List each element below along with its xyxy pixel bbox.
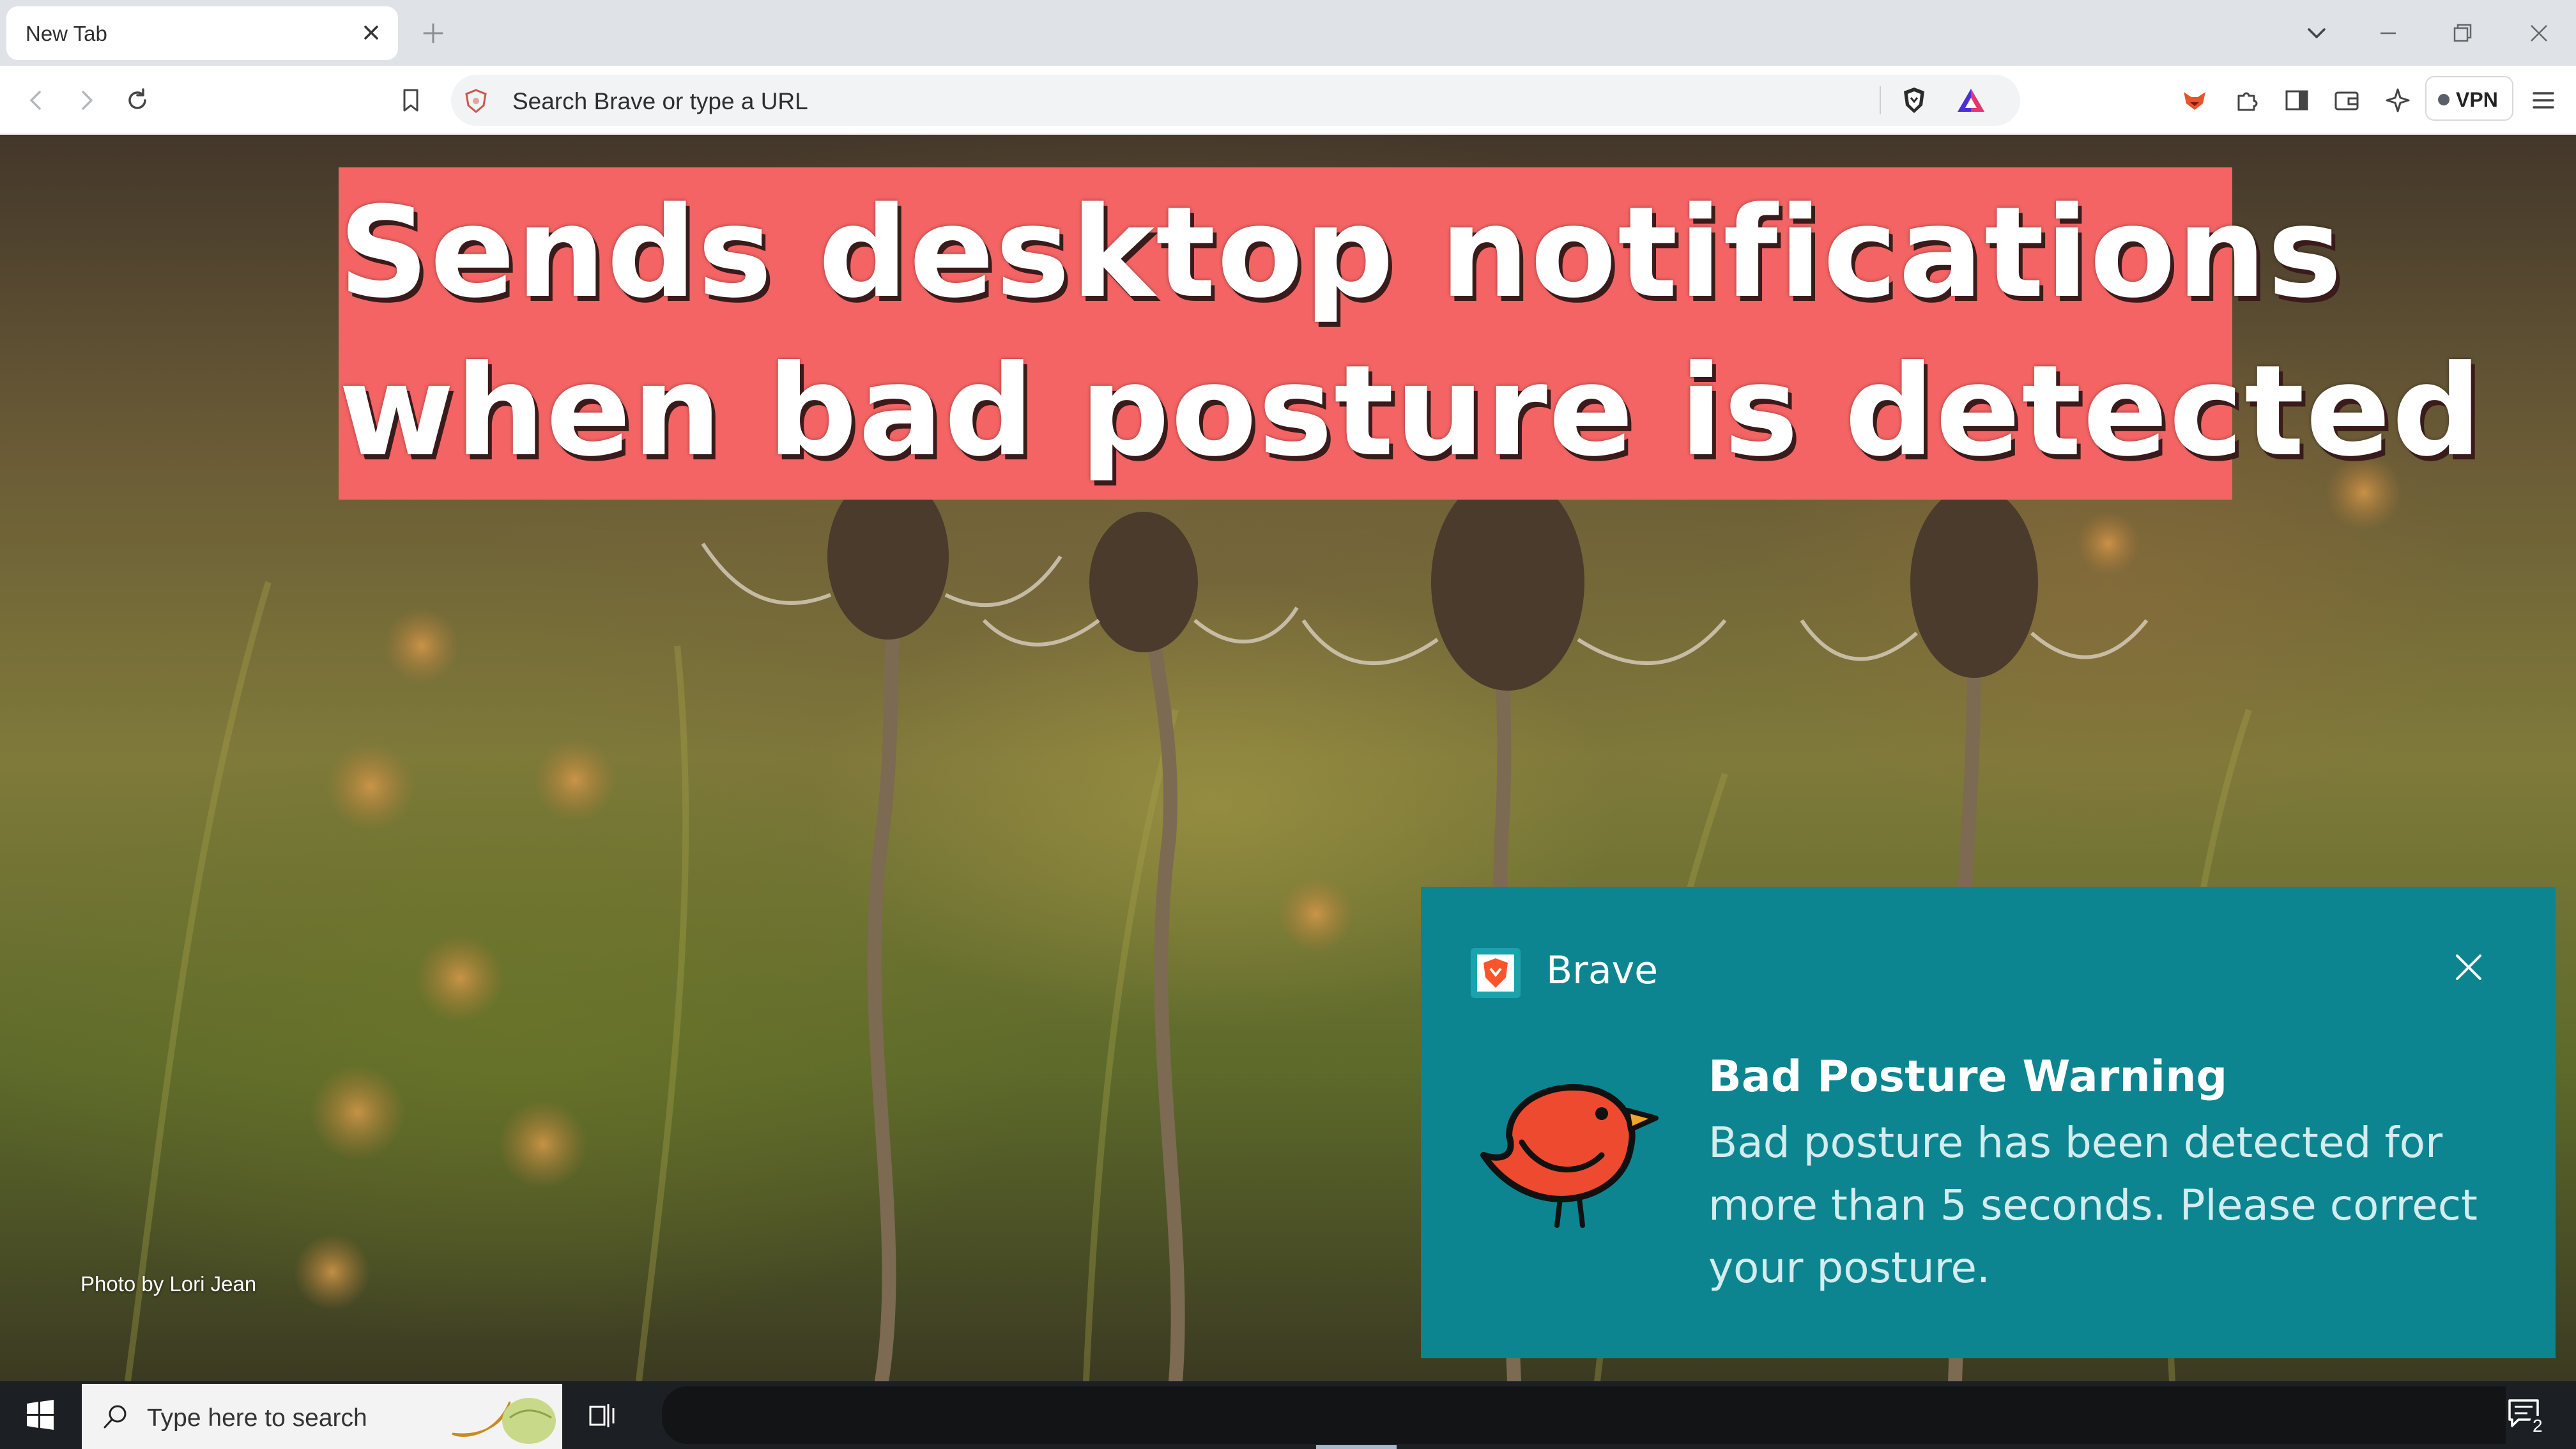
wallet-icon[interactable]: [2331, 84, 2363, 116]
browser-toolbar: Search Brave or type a URL VPN: [0, 66, 2576, 135]
close-window-icon[interactable]: [2525, 19, 2553, 47]
new-tab-plus-icon[interactable]: [419, 19, 447, 47]
address-bar[interactable]: Search Brave or type a URL: [451, 75, 2020, 126]
tab-new-tab[interactable]: New Tab: [6, 6, 398, 60]
caption-line-2: when bad posture is detected: [339, 339, 2483, 484]
forward-icon[interactable]: [70, 84, 102, 116]
notification-title: Bad Posture Warning: [1708, 1052, 2228, 1102]
taskbar-search-placeholder: Type here to search: [147, 1404, 367, 1432]
extensions-puzzle-icon[interactable]: [2231, 84, 2263, 116]
sidebar-toggle-icon[interactable]: [2281, 84, 2313, 116]
caption-banner: Sends desktop notifications when bad pos…: [339, 167, 2483, 500]
melon-illustration-icon: [452, 1398, 556, 1444]
caption-line-1: Sends desktop notifications: [339, 180, 2343, 326]
notification-count-badge: 2: [2530, 1416, 2545, 1436]
active-app-indicator: [1316, 1445, 1397, 1449]
tab-close-icon[interactable]: [358, 20, 384, 45]
restore-icon[interactable]: [2448, 19, 2476, 47]
taskbar-search-box[interactable]: Type here to search: [82, 1384, 562, 1449]
address-bar-placeholder: Search Brave or type a URL: [512, 88, 808, 114]
red-bird-icon: [1480, 1084, 1659, 1228]
brave-rewards-icon[interactable]: [1955, 85, 1987, 116]
taskbar-apps-area: [662, 1386, 2506, 1444]
search-icon: [103, 1405, 126, 1429]
vpn-label: VPN: [2456, 88, 2498, 111]
notification-body: Bad posture has been detected for more t…: [1708, 1118, 2478, 1292]
desktop-notification[interactable]: Brave Bad Posture Warning Bad posture ha…: [1421, 887, 2556, 1358]
photo-credit[interactable]: Photo by Lori Jean: [80, 1272, 256, 1296]
vpn-status-dot: [2438, 94, 2450, 105]
tab-search-chevron-icon[interactable]: [2303, 19, 2331, 47]
address-bar-divider: [1880, 86, 1881, 114]
windows-start-icon[interactable]: [0, 1381, 79, 1449]
extension-fox-icon[interactable]: [2179, 84, 2211, 116]
minimize-icon[interactable]: [2374, 19, 2402, 47]
notification-app-name: Brave: [1546, 948, 1659, 993]
reload-icon[interactable]: [121, 84, 153, 116]
leo-ai-icon[interactable]: [2382, 84, 2414, 116]
notification-close-icon[interactable]: [2450, 948, 2488, 986]
brave-app-icon: [1471, 948, 1521, 998]
brave-shields-icon[interactable]: [1899, 85, 1929, 116]
menu-hamburger-icon[interactable]: [2527, 84, 2559, 116]
tab-title: New Tab: [26, 22, 107, 45]
vpn-button[interactable]: VPN: [2425, 76, 2513, 121]
site-shield-icon: [465, 89, 487, 113]
tab-strip: New Tab: [0, 0, 2576, 66]
task-view-icon[interactable]: [585, 1399, 618, 1432]
back-icon[interactable]: [20, 84, 52, 116]
windows-taskbar: Type here to search 2: [0, 1381, 2576, 1449]
action-center-button[interactable]: 2: [2504, 1394, 2550, 1440]
bookmark-icon[interactable]: [395, 84, 427, 116]
